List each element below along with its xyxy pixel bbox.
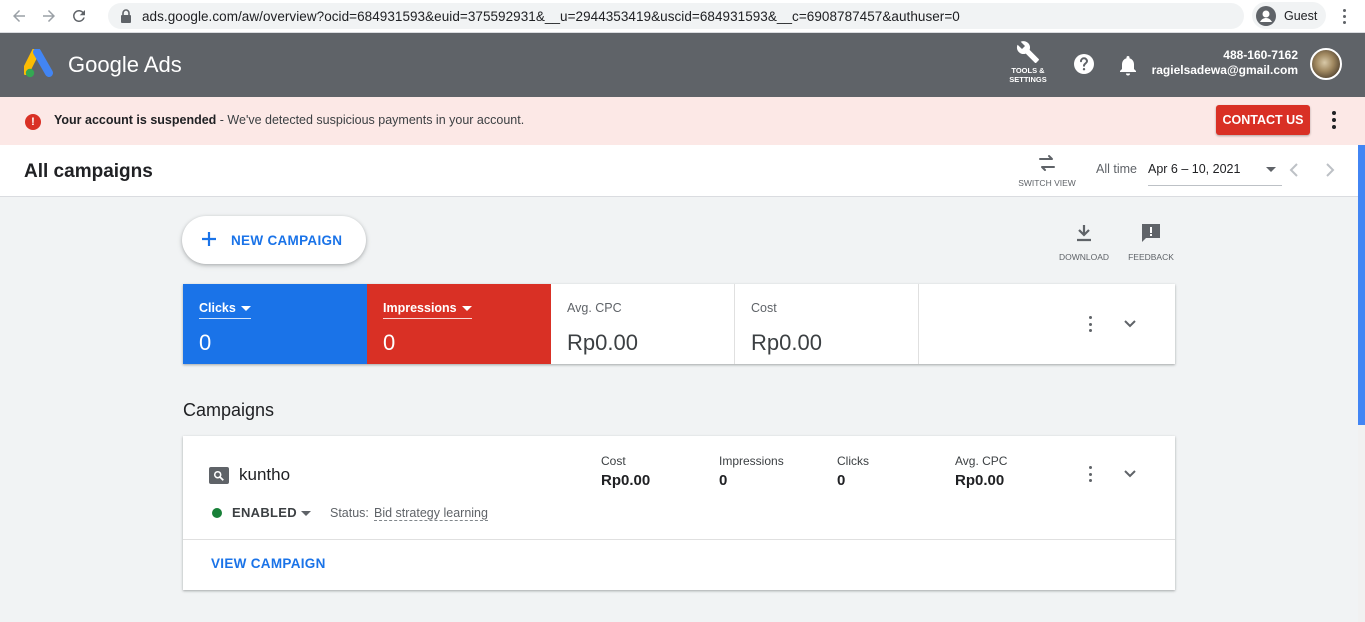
- dropdown-caret-icon: [1266, 167, 1276, 172]
- switch-view-button[interactable]: SWITCH VIEW: [1016, 153, 1078, 188]
- campaigns-section-title: Campaigns: [183, 400, 275, 420]
- app-title: Google Ads: [68, 52, 182, 77]
- stat-value: 0: [719, 472, 728, 489]
- new-campaign-button[interactable]: NEW CAMPAIGN: [182, 216, 366, 264]
- page-header: All campaigns SWITCH VIEW All time Apr 6…: [0, 145, 1358, 197]
- profile-label: Guest: [1284, 8, 1318, 23]
- chevron-left-icon[interactable]: [1288, 163, 1300, 177]
- download-icon: [1077, 225, 1091, 242]
- tools-and-settings-button[interactable]: TOOLS & SETTINGS: [1004, 40, 1052, 90]
- more-options-icon[interactable]: [1089, 316, 1093, 332]
- dropdown-caret-icon: [461, 305, 472, 311]
- banner-message: Your account is suspended - We've detect…: [54, 113, 524, 127]
- help-icon[interactable]: [1073, 53, 1095, 75]
- back-icon[interactable]: [8, 5, 30, 27]
- chevron-down-icon[interactable]: [1123, 467, 1137, 481]
- banner-text: - We've detected suspicious payments in …: [216, 113, 525, 127]
- more-options-icon[interactable]: [1089, 466, 1093, 482]
- stat-label: Cost: [601, 454, 626, 468]
- metric-selector[interactable]: Impressions: [383, 301, 472, 319]
- feedback-icon: [1142, 224, 1160, 242]
- account-suspended-banner: ! Your account is suspended - We've dete…: [0, 97, 1365, 145]
- feedback-button[interactable]: FEEDBACK: [1123, 222, 1179, 262]
- stat-value: Rp0.00: [955, 472, 1005, 489]
- banner-title: Your account is suspended: [54, 113, 217, 127]
- scorecard-cost[interactable]: Cost Rp0.00: [735, 284, 919, 364]
- google-ads-logo-icon[interactable]: [24, 49, 56, 79]
- metric-value: Rp0.00: [567, 330, 638, 355]
- metric-selector[interactable]: Clicks: [199, 301, 251, 319]
- contact-us-button[interactable]: CONTACT US: [1216, 105, 1310, 135]
- banner-more-icon[interactable]: [1328, 111, 1340, 129]
- metric-label: Clicks: [199, 301, 236, 315]
- stat-label: Avg. CPC: [955, 454, 1008, 468]
- date-range-value: Apr 6 – 10, 2021: [1148, 162, 1241, 176]
- scorecard-avg-cpc[interactable]: Avg. CPC Rp0.00: [551, 284, 735, 364]
- tools-label-2: SETTINGS: [1009, 75, 1047, 84]
- stat-value: 0: [837, 472, 846, 489]
- feedback-label: FEEDBACK: [1128, 252, 1174, 262]
- stat-label: Clicks: [837, 454, 869, 468]
- campaign-card: kuntho Cost Rp0.00 Impressions 0 Clicks …: [183, 436, 1175, 590]
- account-id[interactable]: 488-160-7162: [1223, 48, 1298, 62]
- scrollbar-thumb[interactable]: [1358, 145, 1365, 425]
- scorecard-impressions[interactable]: Impressions 0: [367, 284, 551, 364]
- campaign-state-dropdown[interactable]: ENABLED: [232, 505, 297, 520]
- new-campaign-label: NEW CAMPAIGN: [231, 233, 343, 248]
- scorecard-clicks[interactable]: Clicks 0: [183, 284, 367, 364]
- person-icon: [1256, 5, 1276, 26]
- status-label: Status:: [330, 506, 369, 520]
- dropdown-caret-icon[interactable]: [301, 511, 311, 516]
- error-icon: !: [25, 114, 41, 130]
- tools-label-1: TOOLS &: [1011, 66, 1045, 75]
- divider: [183, 539, 1175, 540]
- account-email[interactable]: ragielsadewa@gmail.com: [1152, 63, 1298, 77]
- status-value[interactable]: Bid strategy learning: [374, 506, 488, 521]
- campaign-name[interactable]: kuntho: [239, 465, 290, 485]
- metric-label: Cost: [751, 301, 777, 315]
- download-button[interactable]: DOWNLOAD: [1056, 222, 1112, 262]
- download-label: DOWNLOAD: [1058, 252, 1110, 262]
- stat-value: Rp0.00: [601, 472, 651, 489]
- swap-icon: [1039, 155, 1055, 171]
- date-range-label: All time: [1096, 162, 1137, 176]
- lock-icon: [120, 9, 132, 23]
- url-text: ads.google.com/aw/overview?ocid=68493159…: [142, 8, 960, 24]
- notifications-bell-icon[interactable]: [1118, 54, 1138, 76]
- switch-view-label: SWITCH VIEW: [1018, 178, 1076, 188]
- forward-icon[interactable]: [38, 5, 60, 27]
- status-enabled-dot-icon: [212, 508, 222, 518]
- page-title: All campaigns: [24, 161, 153, 182]
- profile-button[interactable]: Guest: [1252, 2, 1326, 29]
- view-campaign-link[interactable]: VIEW CAMPAIGN: [211, 556, 326, 571]
- metric-value: 0: [383, 330, 396, 355]
- ads-header: Google Ads TOOLS & SETTINGS 488-160-7162 …: [0, 33, 1365, 97]
- address-bar[interactable]: ads.google.com/aw/overview?ocid=68493159…: [108, 3, 1244, 29]
- campaign-stat-impressions: Impressions 0: [719, 454, 784, 489]
- wrench-icon: [1016, 41, 1039, 63]
- chevron-right-icon[interactable]: [1324, 163, 1336, 177]
- metric-label: Impressions: [383, 301, 457, 315]
- date-range-selector[interactable]: Apr 6 – 10, 2021: [1148, 153, 1282, 186]
- chevron-down-icon[interactable]: [1123, 317, 1137, 331]
- metric-value: Rp0.00: [751, 330, 822, 355]
- reload-icon[interactable]: [68, 5, 90, 27]
- search-campaign-icon: [209, 467, 229, 484]
- stat-label: Impressions: [719, 454, 784, 468]
- browser-menu-icon[interactable]: [1336, 7, 1352, 25]
- metric-label: Avg. CPC: [567, 301, 622, 315]
- metric-scorecards: Clicks 0 Impressions 0 Avg. CPC Rp0.00 C…: [183, 284, 1175, 364]
- campaign-stat-clicks: Clicks 0: [837, 454, 869, 489]
- campaign-stat-avg-cpc: Avg. CPC Rp0.00: [955, 454, 1007, 489]
- avatar[interactable]: [1310, 48, 1342, 80]
- plus-icon: [202, 232, 216, 246]
- campaign-stat-cost: Cost Rp0.00: [601, 454, 650, 489]
- dropdown-caret-icon: [240, 305, 251, 311]
- metric-value: 0: [199, 330, 212, 355]
- browser-toolbar: ads.google.com/aw/overview?ocid=68493159…: [0, 0, 1365, 33]
